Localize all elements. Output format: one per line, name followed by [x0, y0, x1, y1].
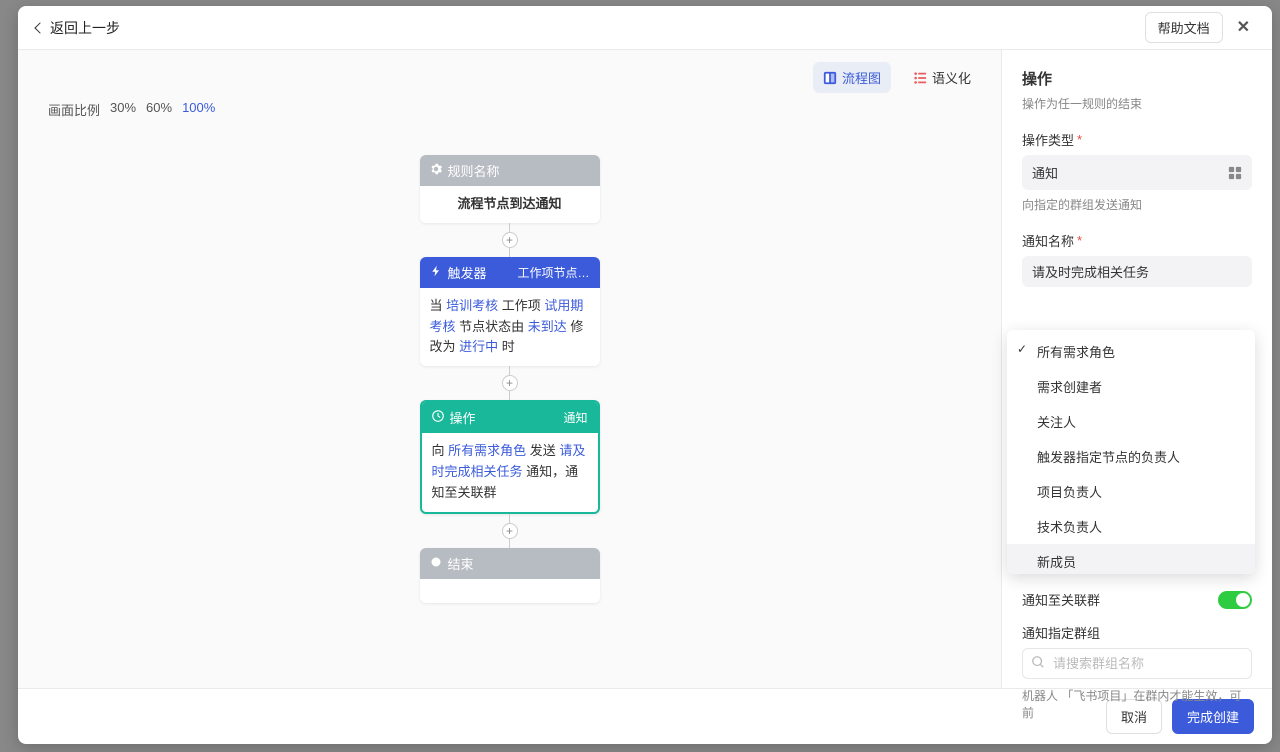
- view-toggle: 流程图 语义化: [813, 62, 981, 93]
- dropdown-item[interactable]: 新成员: [1007, 544, 1255, 574]
- recipient-dropdown[interactable]: 所有需求角色需求创建者关注人触发器指定节点的负责人项目负责人技术负责人新成员业务…: [1007, 330, 1255, 574]
- side-subtitle: 操作为任一规则的结束: [1022, 95, 1252, 112]
- dropdown-item[interactable]: 项目负责人: [1007, 474, 1255, 509]
- chevron-left-icon: [34, 22, 45, 33]
- field-group-label: 通知指定群组: [1022, 623, 1252, 642]
- node-end[interactable]: 结束: [420, 548, 600, 603]
- node-trigger-body: 当 培训考核 工作项 试用期考核 节点状态由 未到达 修改为 进行中 时: [420, 288, 600, 366]
- close-button[interactable]: ✕: [1233, 16, 1254, 40]
- help-button[interactable]: 帮助文档: [1145, 12, 1223, 43]
- view-semantic[interactable]: 语义化: [903, 62, 981, 93]
- node-trigger[interactable]: 触发器 工作项节点… 当 培训考核 工作项 试用期考核 节点状态由 未到达 修改…: [420, 257, 600, 366]
- node-action-right: 通知: [563, 409, 587, 426]
- zoom-30[interactable]: 30%: [110, 100, 136, 119]
- canvas-area: 流程图 语义化 画面比例 30% 60% 100%: [18, 50, 1002, 688]
- end-icon: [430, 556, 442, 571]
- search-icon: [1031, 655, 1045, 672]
- group-hint: 机器人 「飞书项目」在群内才能生效，可前: [1022, 687, 1252, 721]
- field-type-select[interactable]: 通知: [1022, 155, 1252, 190]
- side-panel: 操作 操作为任一规则的结束 操作类型* 通知 向指定的群组发送通知 通知名称* …: [1002, 50, 1272, 688]
- zoom-60[interactable]: 60%: [146, 100, 172, 119]
- node-rule-head: 规则名称: [448, 161, 500, 180]
- node-rule-body: 流程节点到达通知: [420, 186, 600, 223]
- grid-icon: [1228, 166, 1242, 180]
- node-action-body: 向 所有需求角色 发送 请及时完成相关任务 通知，通知至关联群: [422, 433, 598, 511]
- flow: 规则名称 流程节点到达通知 + 触发器 工作项节点…: [420, 155, 600, 603]
- zoom-100[interactable]: 100%: [182, 100, 215, 119]
- gear-icon: [430, 163, 442, 178]
- dropdown-item[interactable]: 关注人: [1007, 404, 1255, 439]
- add-connector-2[interactable]: +: [502, 375, 518, 391]
- back-button[interactable]: 返回上一步: [36, 18, 120, 38]
- toggle-related-group[interactable]: [1218, 591, 1252, 609]
- node-action-head: 操作: [450, 408, 476, 427]
- side-title: 操作: [1022, 68, 1252, 89]
- field-type-help: 向指定的群组发送通知: [1022, 196, 1252, 213]
- dropdown-item[interactable]: 触发器指定节点的负责人: [1007, 439, 1255, 474]
- toggle-label: 通知至关联群: [1022, 590, 1100, 609]
- modal: 返回上一步 帮助文档 ✕ 流程图 语义化: [18, 6, 1272, 744]
- clock-icon: [432, 410, 444, 425]
- back-label: 返回上一步: [50, 18, 120, 38]
- bolt-icon: [430, 265, 442, 280]
- dropdown-item[interactable]: 技术负责人: [1007, 509, 1255, 544]
- field-name-input[interactable]: [1022, 256, 1252, 287]
- dropdown-item[interactable]: 所有需求角色: [1007, 334, 1255, 369]
- add-connector-1[interactable]: +: [502, 232, 518, 248]
- flowchart-icon: [823, 71, 837, 85]
- group-search[interactable]: [1022, 648, 1252, 679]
- list-icon: [913, 71, 927, 85]
- dropdown-item[interactable]: 需求创建者: [1007, 369, 1255, 404]
- view-flowchart-label: 流程图: [842, 68, 881, 87]
- node-trigger-right: 工作项节点…: [517, 264, 589, 281]
- field-type-value: 通知: [1032, 163, 1058, 182]
- zoom-label: 画面比例: [48, 100, 100, 119]
- node-action[interactable]: 操作 通知 向 所有需求角色 发送 请及时完成相关任务 通知，通知至关联群: [420, 400, 600, 513]
- node-rule[interactable]: 规则名称 流程节点到达通知: [420, 155, 600, 223]
- add-connector-3[interactable]: +: [502, 523, 518, 539]
- zoom-bar: 画面比例 30% 60% 100%: [48, 100, 215, 119]
- view-semantic-label: 语义化: [932, 68, 971, 87]
- view-flowchart[interactable]: 流程图: [813, 62, 891, 93]
- group-search-input[interactable]: [1053, 656, 1243, 671]
- field-type-label: 操作类型*: [1022, 130, 1252, 149]
- field-name-label: 通知名称*: [1022, 231, 1252, 250]
- node-trigger-head: 触发器: [448, 263, 487, 282]
- modal-header: 返回上一步 帮助文档 ✕: [18, 6, 1272, 50]
- node-end-head: 结束: [448, 554, 474, 573]
